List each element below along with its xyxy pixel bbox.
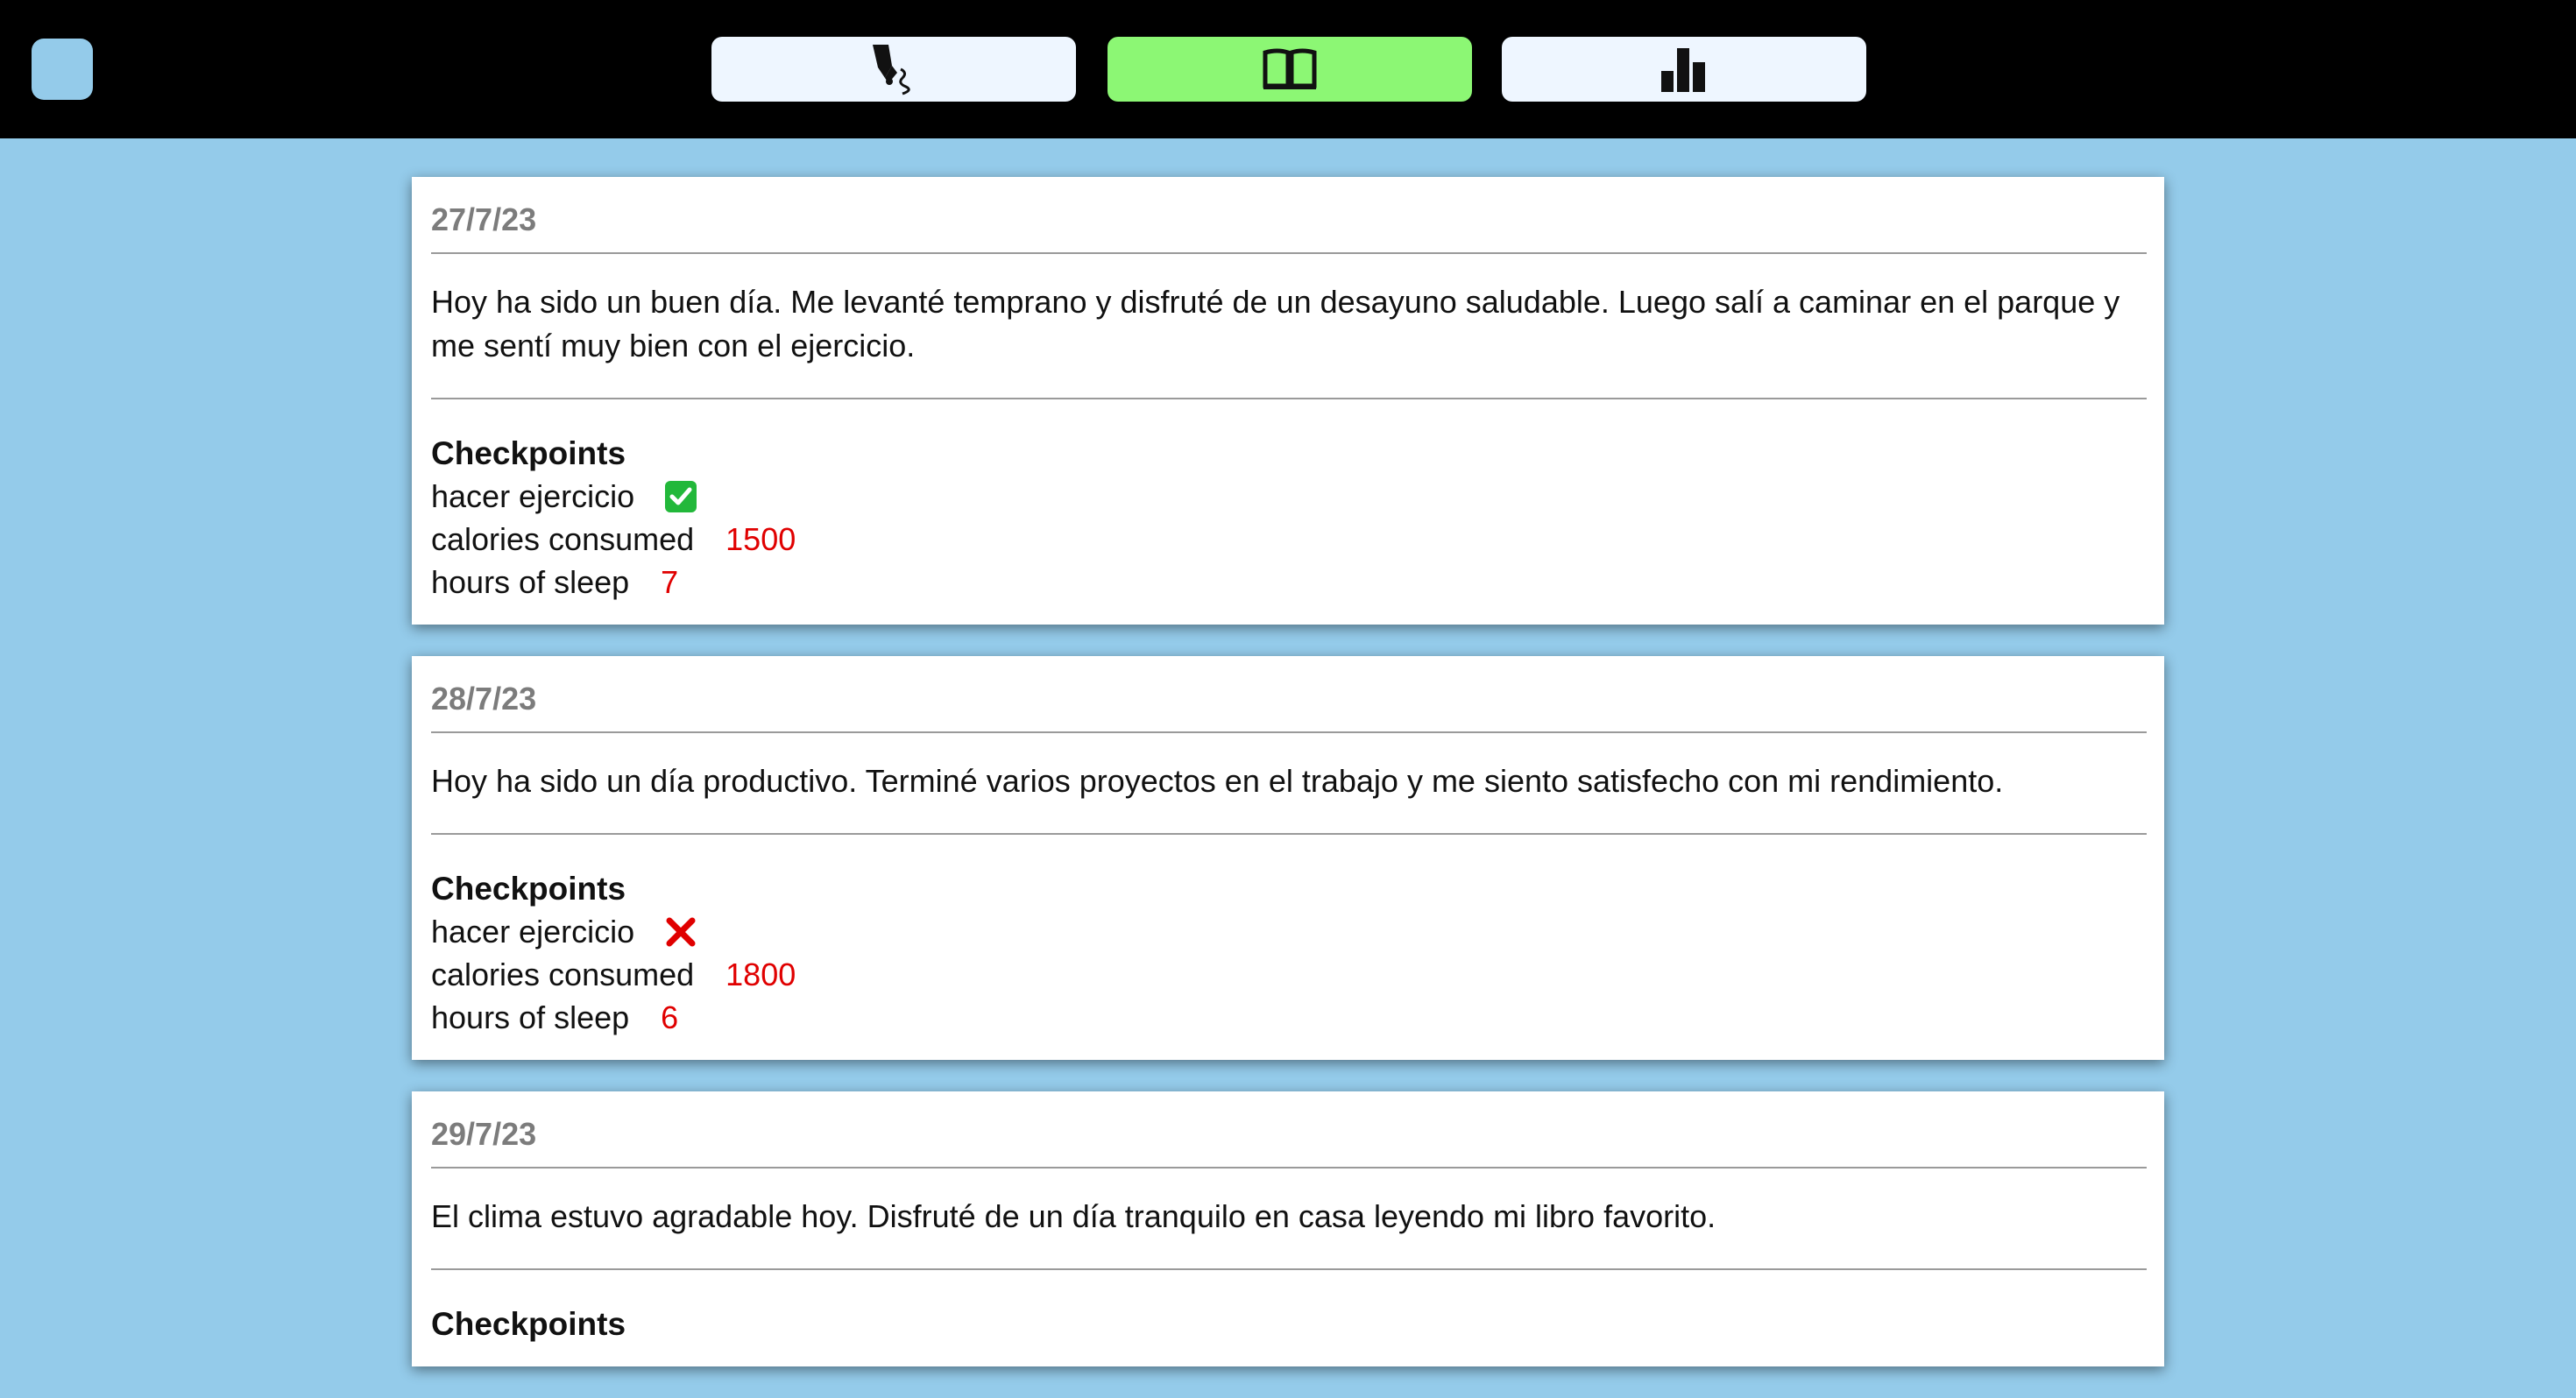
entry-date: 29/7/23 <box>431 1116 537 1152</box>
journal-feed: 27/7/23 Hoy ha sido un buen día. Me leva… <box>412 177 2164 1398</box>
cross-mark-icon <box>664 915 697 949</box>
journal-entry: 28/7/23 Hoy ha sido un día productivo. T… <box>412 656 2164 1060</box>
checkpoints-section: Checkpoints hacer ejercicio calories con… <box>431 835 2147 1042</box>
checkpoints-section: Checkpoints hacer ejercicio calories con… <box>431 399 2147 607</box>
checkpoint-value: 1800 <box>725 957 796 992</box>
checkpoints-title: Checkpoints <box>431 435 626 471</box>
checkpoint-label: hours of sleep <box>431 999 630 1035</box>
checkpoint-value: 7 <box>661 564 679 600</box>
top-navigation-bar <box>0 0 2576 138</box>
checkpoint-row: calories consumed 1500 <box>431 518 2147 561</box>
checkpoint-label: hacer ejercicio <box>431 914 635 950</box>
checkpoint-value: 6 <box>661 999 679 1035</box>
checkpoints-title: Checkpoints <box>431 871 626 907</box>
checkpoint-row: hours of sleep 6 <box>431 996 2147 1039</box>
checkpoint-row: hours of sleep 7 <box>431 561 2147 604</box>
tab-write[interactable] <box>711 37 1076 102</box>
checkpoint-label: calories consumed <box>431 957 695 992</box>
journal-entry: 27/7/23 Hoy ha sido un buen día. Me leva… <box>412 177 2164 625</box>
open-book-icon <box>1262 47 1318 91</box>
tab-stats[interactable] <box>1502 37 1866 102</box>
checkpoint-row: hacer ejercicio <box>431 910 2147 953</box>
entry-date: 27/7/23 <box>431 201 537 237</box>
journal-entry: 29/7/23 El clima estuvo agradable hoy. D… <box>412 1091 2164 1366</box>
check-mark-icon <box>664 480 697 513</box>
app-logo[interactable] <box>32 39 93 100</box>
checkpoint-value: 1500 <box>725 521 796 557</box>
pen-nib-icon <box>866 43 922 95</box>
entry-text: Hoy ha sido un día productivo. Terminé v… <box>431 763 2004 799</box>
entry-date: 28/7/23 <box>431 681 537 717</box>
checkpoint-row: hacer ejercicio <box>431 475 2147 518</box>
tab-journal[interactable] <box>1108 37 1472 102</box>
entry-text: Hoy ha sido un buen día. Me levanté temp… <box>431 284 2120 364</box>
checkpoints-title: Checkpoints <box>431 1306 626 1342</box>
entry-text: El clima estuvo agradable hoy. Disfruté … <box>431 1198 1716 1234</box>
checkpoint-label: hours of sleep <box>431 564 630 600</box>
checkpoint-row: calories consumed 1800 <box>431 953 2147 996</box>
checkpoint-label: hacer ejercicio <box>431 478 635 514</box>
checkpoints-section: Checkpoints <box>431 1270 2147 1349</box>
bar-chart-icon <box>1660 46 1709 92</box>
checkpoint-label: calories consumed <box>431 521 695 557</box>
